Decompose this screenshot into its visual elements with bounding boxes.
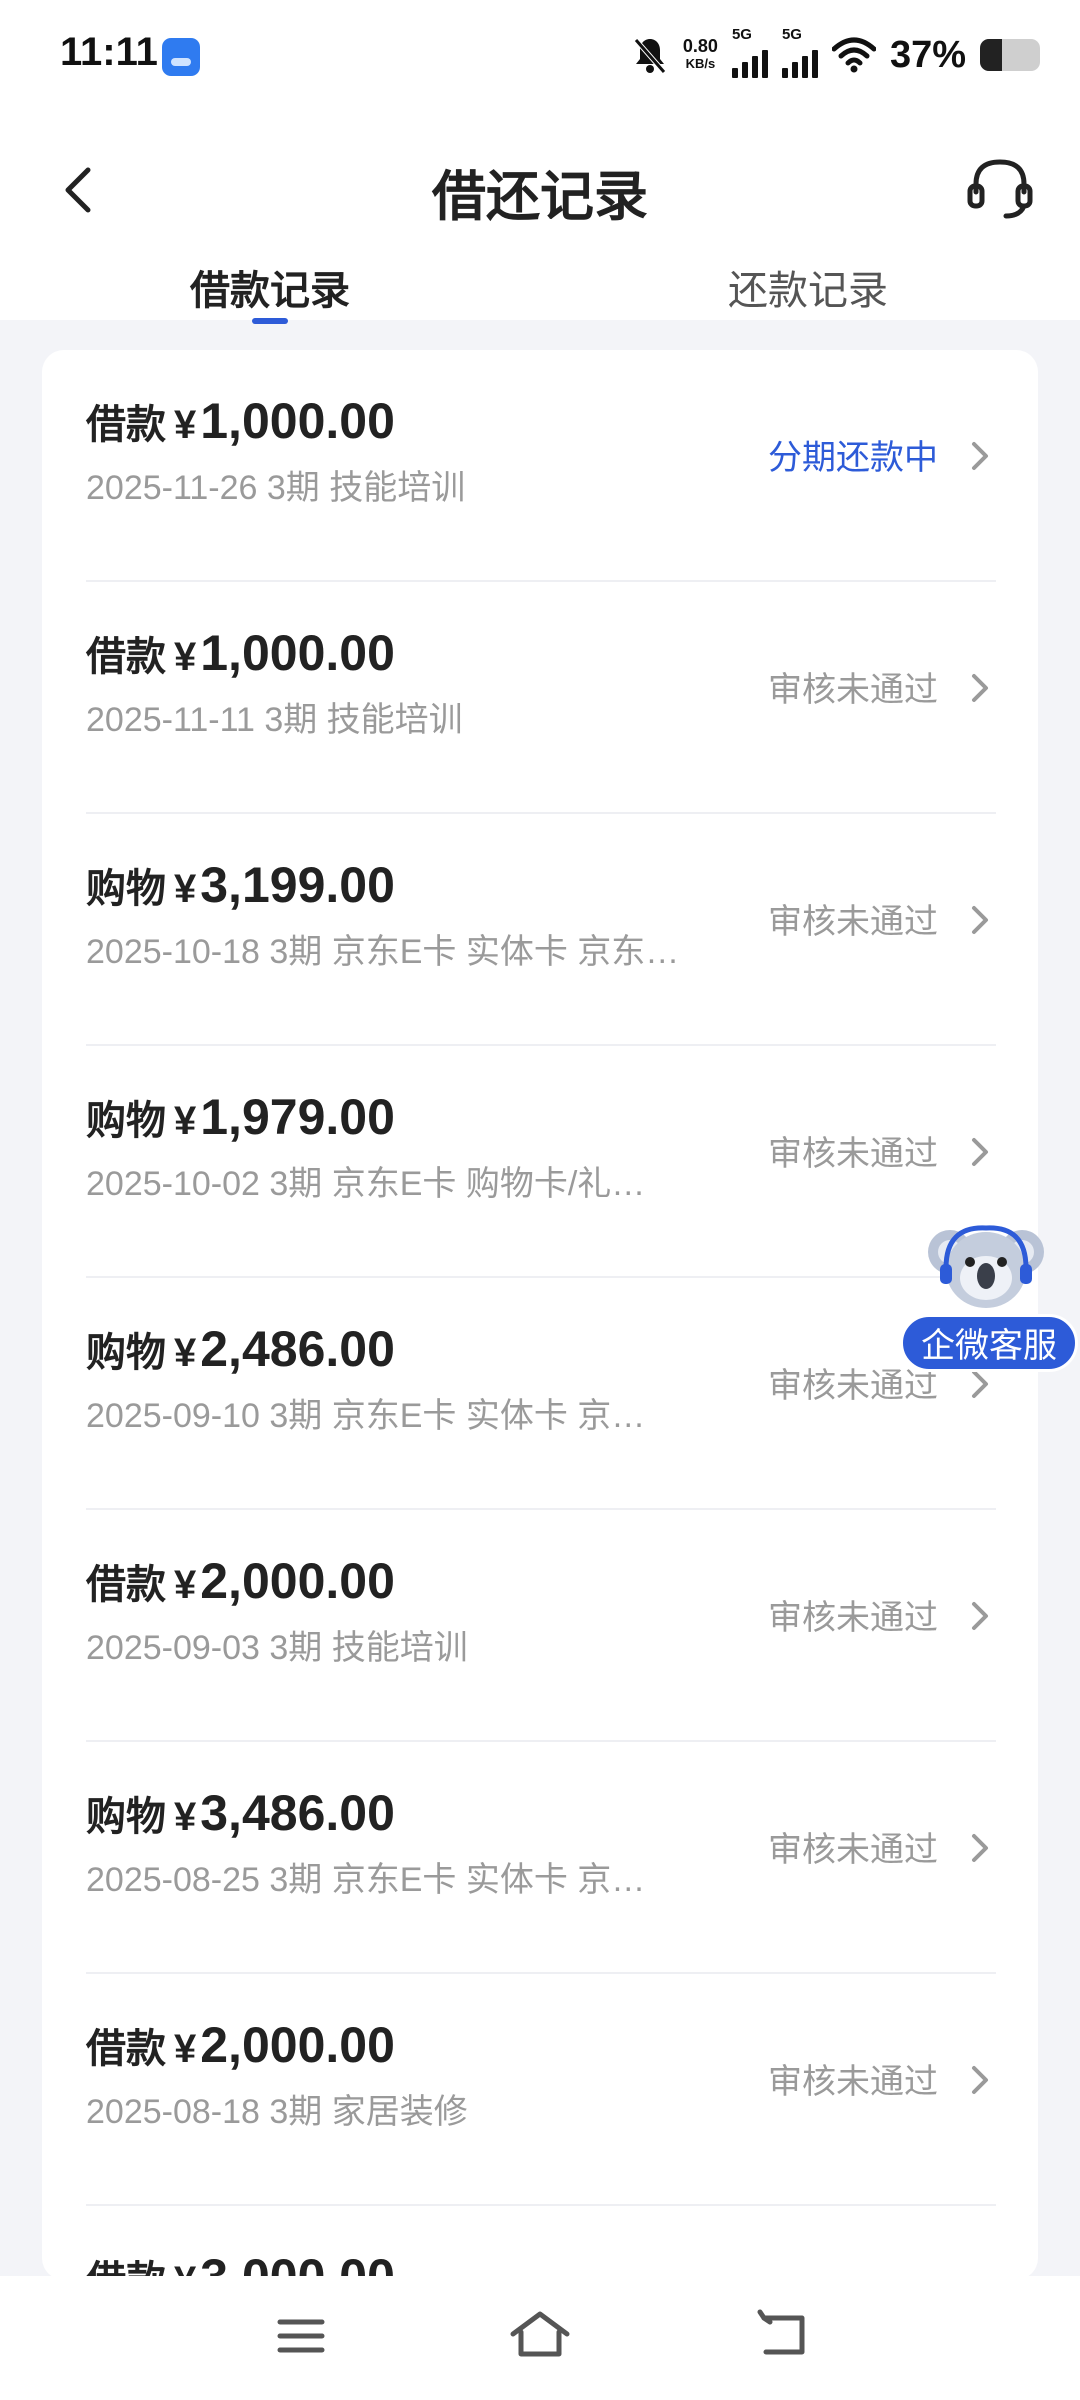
sim1-label: 5G [731, 26, 752, 43]
chevron-right-icon [972, 2066, 988, 2094]
wifi-icon [831, 37, 876, 73]
back-nav-icon[interactable] [746, 2306, 816, 2366]
app-header: 借还记录 借款记录 还款记录 [0, 110, 1080, 324]
currency-symbol: ¥ [174, 403, 197, 447]
active-tab-indicator [252, 318, 288, 324]
currency-symbol: ¥ [174, 635, 197, 679]
record-amount-line: 购物 ¥ 3,486.00 [86, 1784, 395, 1842]
record-status: 审核未通过 [768, 1599, 938, 1637]
chevron-right-icon [972, 1602, 988, 1630]
record-amount-line: 借款 ¥ 1,000.00 [86, 624, 395, 682]
tab-repayment-records[interactable]: 还款记录 [728, 258, 888, 316]
currency-symbol: ¥ [174, 1099, 197, 1143]
home-icon[interactable] [505, 2306, 575, 2366]
currency-symbol: ¥ [174, 867, 197, 911]
currency-symbol: ¥ [174, 1563, 197, 1607]
chevron-right-icon [972, 1834, 988, 1862]
record-type: 购物 [86, 1331, 166, 1375]
record-detail: 2025-11-26 3期 技能培训 [86, 469, 466, 507]
chevron-right-icon [972, 674, 988, 702]
record-row[interactable]: 购物 ¥ 2,486.00 2025-09-10 3期 京东E卡 实体卡 京… … [42, 1278, 1038, 1510]
record-detail: 2025-08-18 3期 家居装修 [86, 2093, 468, 2131]
signal-2-icon: 5G [781, 26, 818, 78]
net-speed-value: 0.80 [682, 36, 718, 56]
record-row[interactable]: 借款 ¥ 1,000.00 2025-11-11 3期 技能培训 审核未通过 [42, 582, 1038, 814]
net-speed-unit: KB/s [685, 56, 716, 71]
record-row[interactable]: 购物 ¥ 1,979.00 2025-10-02 3期 京东E卡 购物卡/礼… … [42, 1046, 1038, 1278]
record-status: 审核未通过 [768, 903, 938, 941]
floating-support-label: 企微客服 [900, 1314, 1078, 1372]
page-title: 借还记录 [432, 167, 648, 227]
record-amount: 1,000.00 [200, 625, 395, 681]
mute-bell-icon [634, 38, 666, 74]
car-app-notification-icon [162, 38, 200, 76]
record-detail: 2025-11-11 3期 技能培训 [86, 701, 463, 739]
records-list: 借款 ¥ 1,000.00 2025-11-26 3期 技能培训 分期还款中 借… [42, 350, 1038, 2280]
record-row[interactable]: 购物 ¥ 3,486.00 2025-08-25 3期 京东E卡 实体卡 京… … [42, 1742, 1038, 1974]
chevron-right-icon [972, 906, 988, 934]
record-row[interactable]: 借款 ¥ 2,000.00 2025-08-18 3期 家居装修 审核未通过 [42, 1974, 1038, 2206]
record-row[interactable]: 借款 ¥ 3,000.00 [42, 2206, 1038, 2280]
net-speed: 0.80 KB/s [683, 37, 718, 73]
record-amount: 1,000.00 [200, 393, 395, 449]
battery-icon [980, 39, 1040, 71]
record-row[interactable]: 借款 ¥ 2,000.00 2025-09-03 3期 技能培训 审核未通过 [42, 1510, 1038, 1742]
currency-symbol: ¥ [174, 2027, 197, 2071]
record-row[interactable]: 购物 ¥ 3,199.00 2025-10-18 3期 京东E卡 实体卡 京东…… [42, 814, 1038, 1046]
record-detail: 2025-08-25 3期 京东E卡 实体卡 京… [86, 1861, 646, 1899]
menu-icon[interactable] [266, 2306, 336, 2366]
record-type: 借款 [86, 1563, 166, 1607]
record-type: 借款 [86, 2027, 166, 2071]
record-amount-line: 借款 ¥ 2,000.00 [86, 2016, 395, 2074]
record-type: 购物 [86, 1795, 166, 1839]
record-amount-line: 购物 ¥ 3,199.00 [86, 856, 395, 914]
tab-loan-records[interactable]: 借款记录 [190, 258, 350, 316]
headset-icon[interactable] [960, 148, 1040, 228]
record-amount-line: 借款 ¥ 1,000.00 [86, 392, 395, 450]
record-status: 审核未通过 [768, 2063, 938, 2101]
record-detail: 2025-09-10 3期 京东E卡 实体卡 京… [86, 1397, 646, 1435]
record-type: 借款 [86, 403, 166, 447]
record-status: 审核未通过 [768, 1831, 938, 1869]
record-amount: 2,486.00 [200, 1321, 395, 1377]
record-status: 分期还款中 [768, 439, 938, 477]
record-amount-line: 购物 ¥ 1,979.00 [86, 1088, 395, 1146]
record-detail: 2025-10-18 3期 京东E卡 实体卡 京东… [86, 933, 680, 971]
record-type: 购物 [86, 1099, 166, 1143]
record-status: 审核未通过 [768, 1135, 938, 1173]
record-row[interactable]: 借款 ¥ 1,000.00 2025-11-26 3期 技能培训 分期还款中 [42, 350, 1038, 582]
record-type: 购物 [86, 867, 166, 911]
record-amount-line: 购物 ¥ 2,486.00 [86, 1320, 395, 1378]
currency-symbol: ¥ [174, 1795, 197, 1839]
record-type: 借款 [86, 635, 166, 679]
record-status: 审核未通过 [768, 671, 938, 709]
currency-symbol: ¥ [174, 1331, 197, 1375]
chevron-right-icon [972, 442, 988, 470]
sim2-label: 5G [781, 26, 802, 43]
chevron-right-icon [972, 1138, 988, 1166]
floating-support-button[interactable]: 企微客服 [900, 1218, 1080, 1378]
record-amount-line: 借款 ¥ 2,000.00 [86, 1552, 395, 1610]
record-detail: 2025-09-03 3期 技能培训 [86, 1629, 468, 1667]
record-amount: 1,979.00 [200, 1089, 395, 1145]
battery-percent: 37% [889, 33, 966, 76]
status-bar: 11:11 0.80 KB/s 5G 5G 37% [0, 0, 1080, 110]
record-detail: 2025-10-02 3期 京东E卡 购物卡/礼… [86, 1165, 646, 1203]
record-amount: 3,199.00 [200, 857, 395, 913]
signal-1-icon: 5G [731, 26, 768, 78]
record-amount: 2,000.00 [200, 2017, 395, 2073]
record-amount: 3,486.00 [200, 1785, 395, 1841]
status-indicators: 0.80 KB/s 5G 5G 37% [631, 26, 1040, 80]
record-amount: 2,000.00 [200, 1553, 395, 1609]
koala-mascot-icon [928, 1225, 1044, 1308]
system-nav-bar [0, 2276, 1080, 2400]
status-time: 11:11 [60, 30, 158, 74]
